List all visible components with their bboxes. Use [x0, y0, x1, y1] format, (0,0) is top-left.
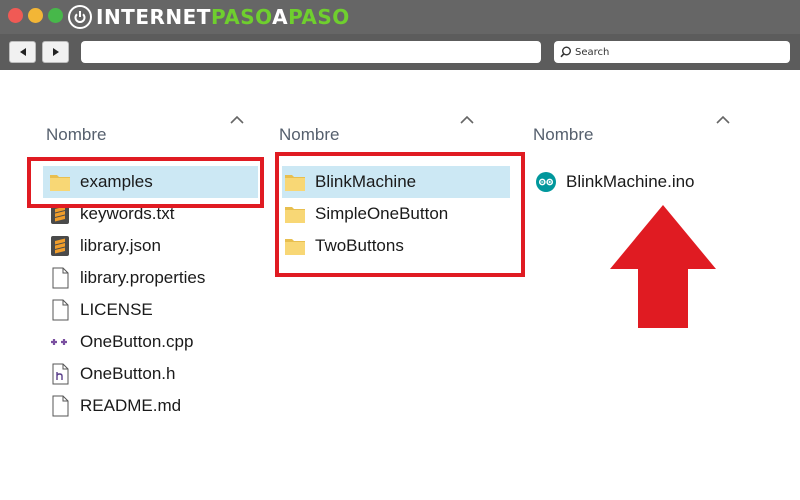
header-file-icon	[49, 363, 71, 385]
arduino-icon	[535, 171, 557, 193]
sort-chevron-up-icon[interactable]	[230, 115, 244, 125]
title-bar: INTERNETPASOAPASO	[0, 0, 800, 34]
list-item-label: BlinkMachine.ino	[566, 172, 695, 191]
list-item-library-json[interactable]: library.json	[43, 230, 258, 262]
maximize-window-button[interactable]	[48, 8, 63, 23]
power-icon	[68, 5, 92, 29]
minimize-window-button[interactable]	[28, 8, 43, 23]
back-arrow-icon	[19, 48, 26, 56]
cpp-icon	[49, 331, 71, 353]
file-icon	[49, 299, 71, 321]
sort-chevron-up-icon[interactable]	[460, 115, 474, 125]
file-icon	[49, 267, 71, 289]
toolbar	[0, 34, 800, 70]
list-item-label: OneButton.cpp	[80, 332, 194, 351]
column-header-name-3[interactable]: Nombre	[533, 125, 593, 145]
address-bar[interactable]	[81, 41, 541, 63]
list-item-onebutton-cpp[interactable]: OneButton.cpp	[43, 326, 258, 358]
list-item-label: LICENSE	[80, 300, 153, 319]
list-item-onebutton-h[interactable]: OneButton.h	[43, 358, 258, 390]
list-item-readme[interactable]: README.md	[43, 390, 258, 422]
search-input[interactable]	[575, 46, 775, 58]
sort-chevron-up-icon[interactable]	[716, 115, 730, 125]
brand-text-paso: PASO	[210, 5, 273, 29]
brand-text-paso-2: PASO	[288, 5, 350, 29]
list-item-license[interactable]: LICENSE	[43, 294, 258, 326]
close-window-button[interactable]	[8, 8, 23, 23]
up-arrow-annotation-icon	[610, 205, 716, 328]
back-button[interactable]	[9, 41, 36, 63]
search-icon	[560, 46, 571, 58]
forward-button[interactable]	[42, 41, 69, 63]
list-item-library-properties[interactable]: library.properties	[43, 262, 258, 294]
list-item-label: library.properties	[80, 268, 206, 287]
column-header-name-1[interactable]: Nombre	[46, 125, 106, 145]
file-icon	[49, 395, 71, 417]
watermark-logo: INTERNETPASOAPASO	[68, 4, 350, 30]
column-header-name-2[interactable]: Nombre	[279, 125, 339, 145]
list-item-blinkmachine-ino[interactable]: BlinkMachine.ino	[533, 166, 773, 198]
forward-arrow-icon	[52, 48, 59, 56]
brand-text-internet: INTERNET	[96, 5, 211, 29]
sublime-text-icon	[49, 235, 71, 257]
list-item-label: README.md	[80, 396, 182, 415]
highlight-box-examples	[27, 157, 264, 208]
list-item-label: OneButton.h	[80, 364, 176, 383]
brand-text-a: A	[272, 5, 289, 29]
list-item-label: library.json	[80, 236, 161, 255]
highlight-box-examples-folder	[275, 152, 525, 277]
search-box[interactable]	[554, 41, 790, 63]
